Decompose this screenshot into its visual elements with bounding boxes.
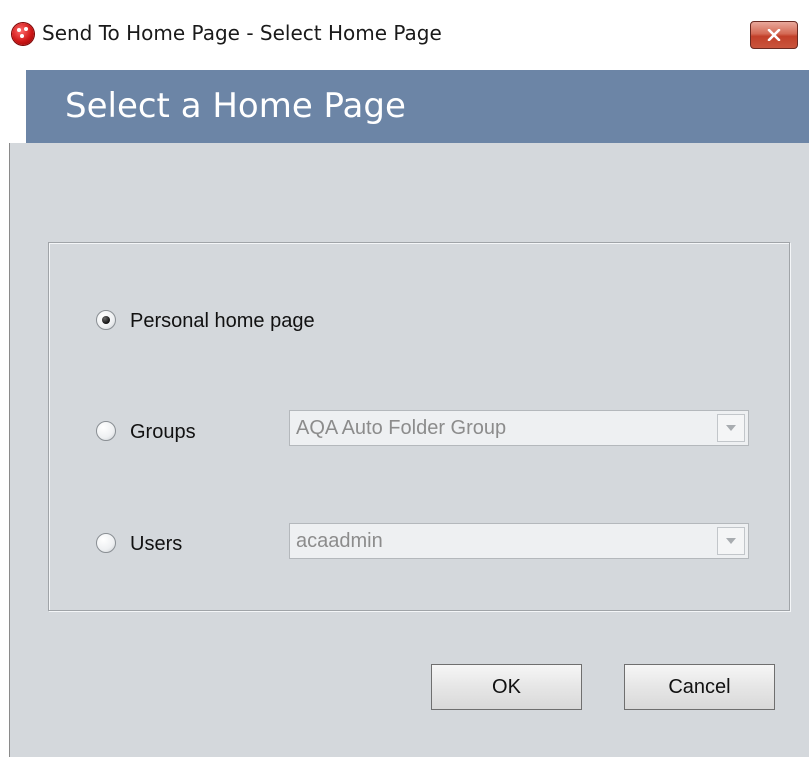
send-to-home-page-dialog: Send To Home Page - Select Home Page Sel…: [0, 0, 809, 757]
window-title: Send To Home Page - Select Home Page: [42, 21, 442, 45]
groups-dropdown-value: AQA Auto Folder Group: [296, 417, 507, 439]
users-dropdown[interactable]: acaadmin: [289, 523, 749, 559]
page-title: Select a Home Page: [65, 86, 406, 126]
chevron-down-icon: [726, 425, 736, 431]
groups-dropdown-arrow[interactable]: [717, 414, 745, 442]
dialog-body: Personal home page Groups AQA Auto Folde…: [10, 143, 809, 757]
close-button[interactable]: [750, 21, 798, 49]
users-radio[interactable]: [96, 533, 116, 553]
personal-home-page-radio[interactable]: [96, 310, 116, 330]
cancel-button[interactable]: Cancel: [624, 664, 775, 710]
groups-dropdown[interactable]: AQA Auto Folder Group: [289, 410, 749, 446]
groups-label[interactable]: Groups: [130, 417, 196, 447]
users-dropdown-arrow[interactable]: [717, 527, 745, 555]
chevron-down-icon: [726, 538, 736, 544]
users-label[interactable]: Users: [130, 529, 182, 559]
personal-home-page-label[interactable]: Personal home page: [130, 306, 315, 336]
app-logo-icon: [12, 23, 34, 45]
radio-selected-dot: [102, 316, 110, 324]
header-band: Select a Home Page: [26, 70, 809, 143]
close-icon: [767, 29, 781, 41]
users-dropdown-value: acaadmin: [296, 530, 383, 552]
title-bar: Send To Home Page - Select Home Page: [0, 0, 809, 70]
groups-radio[interactable]: [96, 421, 116, 441]
ok-button[interactable]: OK: [431, 664, 582, 710]
